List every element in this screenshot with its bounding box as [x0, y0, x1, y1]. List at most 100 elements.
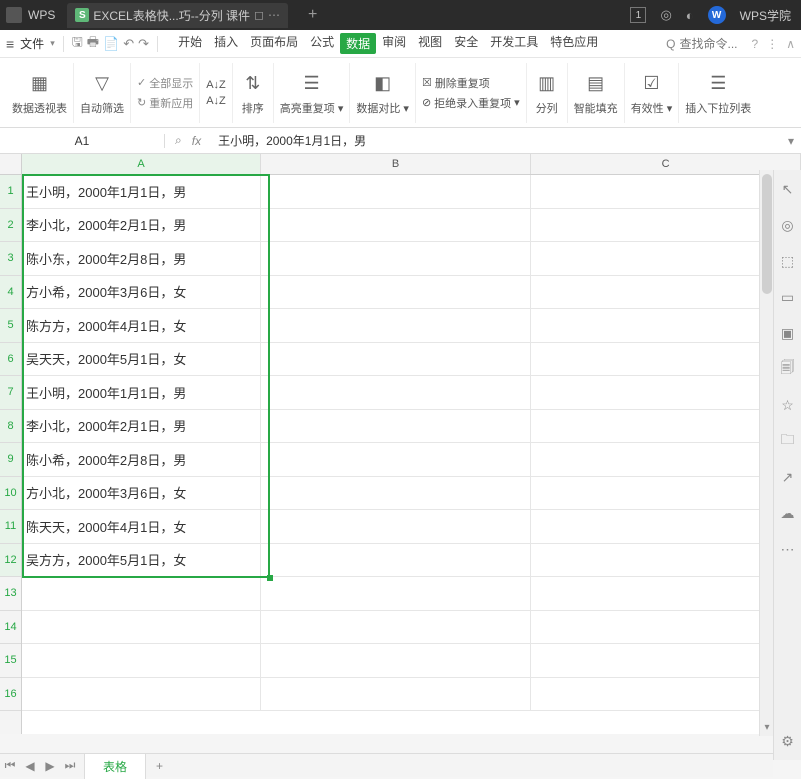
sheet-prev-icon[interactable]: ◀ — [20, 759, 40, 773]
cell[interactable] — [261, 577, 531, 611]
row-header[interactable]: 13 — [0, 577, 21, 611]
cursor-icon[interactable]: ↖ — [779, 180, 797, 198]
help-icon[interactable]: ? — [752, 37, 759, 51]
cell[interactable]: 陈方方，2000年4月1日，女 — [22, 309, 261, 343]
sort-asc-button[interactable]: A↓Z — [206, 79, 226, 91]
sort-desc-button[interactable]: A↓Z — [206, 95, 226, 107]
row-header[interactable]: 16 — [0, 678, 21, 712]
sp-style-icon[interactable]: ⬚ — [779, 252, 797, 270]
cell[interactable] — [261, 343, 531, 377]
row-header[interactable]: 5 — [0, 309, 21, 343]
file-menu[interactable]: 文件 — [20, 35, 44, 52]
cell[interactable] — [261, 410, 531, 444]
skin-icon[interactable]: ◐ — [686, 8, 694, 23]
notification-badge[interactable]: 1 — [630, 7, 646, 23]
cell[interactable]: 李小北，2000年2月1日，男 — [22, 410, 261, 444]
search-input[interactable] — [680, 37, 740, 51]
tab-insert[interactable]: 插入 — [208, 33, 244, 54]
cell[interactable] — [261, 644, 531, 678]
scroll-down-icon[interactable]: ▾ — [760, 722, 774, 736]
vertical-scrollbar[interactable]: ▾ — [759, 170, 773, 736]
smart-fill-button[interactable]: ▤ 智能填充 — [568, 63, 625, 123]
formula-input[interactable]: 王小明，2000年1月1日，男 — [211, 131, 781, 150]
row-header[interactable]: 11 — [0, 510, 21, 544]
new-tab-button[interactable]: + — [308, 6, 317, 24]
cell[interactable]: 陈小希，2000年2月8日，男 — [22, 443, 261, 477]
tab-data[interactable]: 数据 — [340, 33, 376, 54]
reapply-button[interactable]: ↻重新应用 — [137, 95, 193, 111]
tab-menu-icon[interactable]: ⋯ — [268, 8, 280, 22]
search-fn-icon[interactable]: ⌕ — [175, 133, 182, 148]
cell[interactable] — [261, 242, 531, 276]
row-header[interactable]: 8 — [0, 410, 21, 444]
remove-dup-button[interactable]: ☒删除重复项 — [422, 75, 520, 91]
tab-review[interactable]: 审阅 — [376, 33, 412, 54]
cell[interactable] — [261, 544, 531, 578]
cell[interactable]: 李小北，2000年2月1日，男 — [22, 209, 261, 243]
print-icon[interactable]: 🖶 — [87, 33, 99, 55]
sp-more-icon[interactable]: ⋯ — [779, 540, 797, 558]
sort-button[interactable]: ⇅ 排序 — [233, 63, 274, 123]
document-tab[interactable]: S EXCEL表格快...巧--分列 课件 ◻ ⋯ — [67, 3, 288, 28]
cell[interactable] — [22, 644, 261, 678]
hamburger-icon[interactable]: ≡ — [6, 36, 14, 52]
tab-special[interactable]: 特色应用 — [544, 33, 604, 54]
sheet-last-icon[interactable]: ⏭ — [60, 758, 80, 773]
row-header[interactable]: 1 — [0, 175, 21, 209]
cloud-icon[interactable]: ◎ — [660, 7, 671, 23]
select-all-corner[interactable] — [0, 154, 21, 175]
cell[interactable]: 陈小东，2000年2月8日，男 — [22, 242, 261, 276]
expand-formula-icon[interactable]: ▾ — [781, 134, 801, 148]
row-header[interactable]: 4 — [0, 276, 21, 310]
tab-pagelayout[interactable]: 页面布局 — [244, 33, 304, 54]
row-header[interactable]: 10 — [0, 477, 21, 511]
sheet-tab[interactable]: 表格 — [84, 753, 146, 779]
cell[interactable]: 陈天天，2000年4月1日，女 — [22, 510, 261, 544]
cell[interactable]: 吴方方，2000年5月1日，女 — [22, 544, 261, 578]
name-box[interactable]: A1 — [0, 134, 165, 148]
cell[interactable]: 吴天天，2000年5月1日，女 — [22, 343, 261, 377]
cell[interactable] — [261, 175, 531, 209]
pivot-button[interactable]: ▦ 数据透视表 — [6, 63, 74, 123]
cell[interactable] — [261, 611, 531, 645]
reject-dup-button[interactable]: ⊘拒绝录入重复项 ▾ — [422, 95, 520, 111]
row-header[interactable]: 3 — [0, 242, 21, 276]
add-sheet-button[interactable]: + — [146, 759, 173, 773]
row-header[interactable]: 15 — [0, 644, 21, 678]
row-header[interactable]: 2 — [0, 209, 21, 243]
cell[interactable] — [261, 443, 531, 477]
user-avatar[interactable]: W — [708, 6, 726, 24]
cell[interactable] — [22, 611, 261, 645]
fill-handle[interactable] — [267, 575, 273, 581]
cell[interactable] — [261, 209, 531, 243]
text-to-columns-button[interactable]: ▥ 分列 — [527, 63, 568, 123]
column-header-A[interactable]: A — [22, 154, 261, 174]
scroll-thumb[interactable] — [762, 174, 772, 294]
cells[interactable]: 王小明，2000年1月1日，男李小北，2000年2月1日，男陈小东，2000年2… — [22, 175, 801, 711]
column-header-B[interactable]: B — [261, 154, 531, 174]
show-all-button[interactable]: ✓全部显示 — [137, 75, 193, 91]
row-header[interactable]: 9 — [0, 443, 21, 477]
cell[interactable] — [261, 477, 531, 511]
sp-folder-icon[interactable]: 🗀 — [779, 432, 797, 450]
cell[interactable] — [22, 678, 261, 712]
row-header[interactable]: 6 — [0, 343, 21, 377]
fx-icon[interactable]: fx — [192, 134, 201, 148]
sp-settings-icon[interactable]: ◎ — [779, 216, 797, 234]
save-icon[interactable]: 🖫 — [72, 33, 83, 55]
cell[interactable] — [261, 510, 531, 544]
sp-cloud-icon[interactable]: ☁ — [779, 504, 797, 522]
sheet-first-icon[interactable]: ⏮ — [0, 758, 20, 773]
row-header[interactable]: 14 — [0, 611, 21, 645]
command-search[interactable]: Q — [666, 37, 739, 51]
tab-view[interactable]: 视图 — [412, 33, 448, 54]
highlight-dup-button[interactable]: ☰ 高亮重复项 ▾ — [274, 63, 351, 123]
cell[interactable] — [22, 577, 261, 611]
cell[interactable] — [261, 376, 531, 410]
more-icon[interactable]: ⋮ — [766, 37, 778, 51]
cell[interactable]: 王小明，2000年1月1日，男 — [22, 175, 261, 209]
sheet-next-icon[interactable]: ▶ — [40, 759, 60, 773]
cell[interactable] — [261, 276, 531, 310]
tab-devtools[interactable]: 开发工具 — [484, 33, 544, 54]
sp-filter-icon[interactable]: ▭ — [779, 288, 797, 306]
